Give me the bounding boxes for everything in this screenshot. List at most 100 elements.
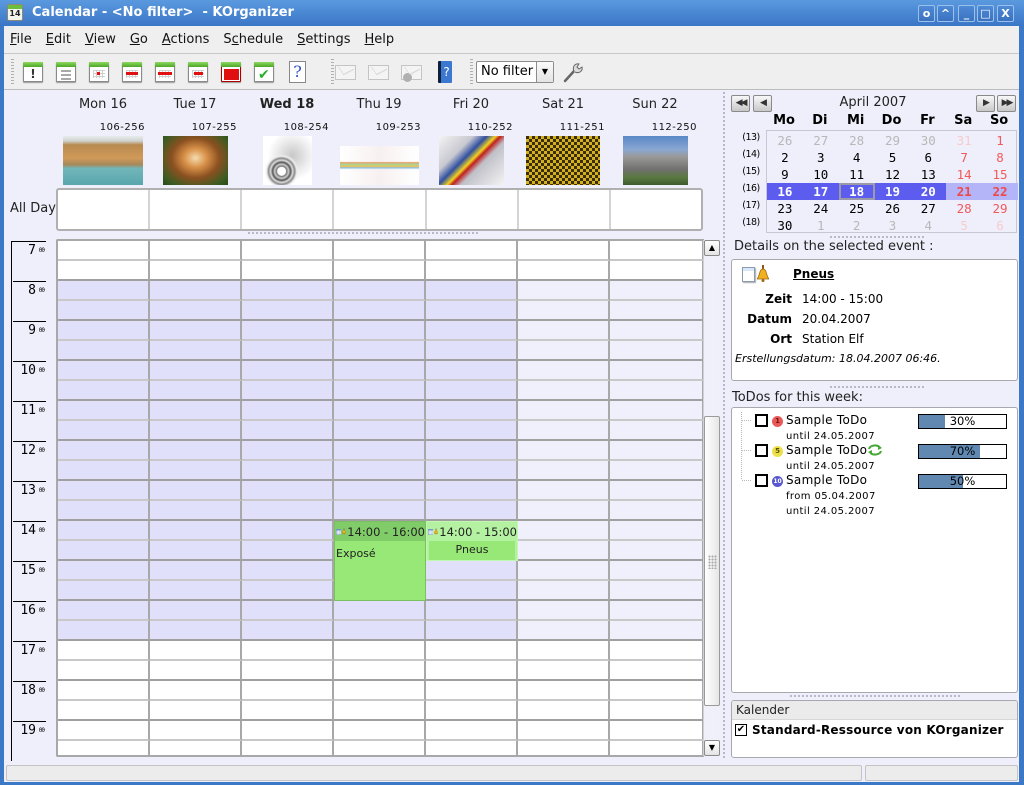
time-slot[interactable] — [334, 301, 426, 321]
splitter-handle[interactable] — [830, 386, 926, 388]
time-slot[interactable] — [242, 701, 334, 721]
work-week-view-button[interactable] — [120, 60, 144, 84]
time-slot[interactable] — [426, 301, 518, 321]
mail-free-busy-button[interactable] — [366, 60, 390, 84]
time-slot[interactable] — [610, 721, 704, 741]
time-slot[interactable] — [58, 601, 150, 621]
journal-view-button[interactable]: ? — [285, 60, 309, 84]
close-button[interactable]: X — [997, 5, 1014, 22]
todo-checkbox[interactable] — [755, 414, 768, 427]
event-pneus[interactable]: 14:00 - 15:00 Pneus — [426, 521, 518, 561]
time-slot[interactable] — [242, 401, 334, 421]
navigator-day[interactable]: 29 — [982, 200, 1018, 217]
time-slot[interactable] — [242, 481, 334, 501]
time-slot[interactable] — [242, 621, 334, 641]
next-year-button[interactable]: ▶▶ — [997, 95, 1016, 112]
time-slot[interactable] — [58, 581, 150, 601]
todo-view-button[interactable]: ✔ — [252, 60, 276, 84]
time-slot[interactable] — [334, 501, 426, 521]
navigator-day[interactable]: 5 — [875, 149, 911, 166]
day-header[interactable]: Tue 17 — [149, 97, 241, 112]
time-slot[interactable] — [58, 481, 150, 501]
whats-this-button[interactable]: ? — [432, 60, 456, 84]
time-slot[interactable] — [150, 241, 242, 261]
next-days-view-button[interactable] — [186, 60, 210, 84]
time-slot[interactable] — [518, 581, 610, 601]
todo-checkbox[interactable] — [755, 474, 768, 487]
week-number[interactable]: (13) — [740, 132, 762, 143]
scroll-down-button[interactable]: ▼ — [704, 740, 720, 756]
time-slot[interactable] — [426, 461, 518, 481]
korganizer-app-icon[interactable]: 14 — [7, 4, 23, 21]
time-slot[interactable] — [58, 241, 150, 261]
time-slot[interactable] — [58, 321, 150, 341]
time-slot[interactable] — [242, 501, 334, 521]
time-slot[interactable] — [518, 421, 610, 441]
time-slot[interactable] — [58, 441, 150, 461]
time-slot[interactable] — [610, 581, 704, 601]
time-slot[interactable] — [426, 501, 518, 521]
time-slot[interactable] — [518, 241, 610, 261]
time-slot[interactable] — [58, 721, 150, 741]
navigator-day[interactable]: 21 — [946, 183, 983, 200]
list-view-button[interactable] — [54, 60, 78, 84]
time-slot[interactable] — [58, 381, 150, 401]
time-slot[interactable] — [58, 661, 150, 681]
time-slot[interactable] — [58, 421, 150, 441]
time-slot[interactable] — [334, 481, 426, 501]
day-picture-dna-diagram[interactable] — [339, 146, 419, 185]
menu-edit[interactable]: Edit — [46, 32, 71, 47]
time-slot[interactable] — [518, 701, 610, 721]
time-slot[interactable] — [150, 301, 242, 321]
time-slot[interactable] — [610, 241, 704, 261]
scroll-up-button[interactable]: ▲ — [704, 240, 720, 256]
agenda-scrollbar[interactable]: ▲ ▼ — [703, 240, 720, 756]
time-slot[interactable] — [334, 341, 426, 361]
time-slot[interactable] — [58, 261, 150, 281]
time-slot[interactable] — [150, 281, 242, 301]
time-slot[interactable] — [426, 321, 518, 341]
chevron-down-icon[interactable]: ▼ — [536, 62, 553, 82]
time-slot[interactable] — [518, 301, 610, 321]
time-slot[interactable] — [610, 681, 704, 701]
time-slot[interactable] — [150, 641, 242, 661]
time-slot[interactable] — [334, 321, 426, 341]
time-slot[interactable] — [518, 501, 610, 521]
time-slot[interactable] — [150, 741, 242, 755]
previous-year-button[interactable]: ◀◀ — [731, 95, 750, 112]
time-slot[interactable] — [242, 421, 334, 441]
navigator-day[interactable]: 30 — [767, 217, 803, 234]
day-header[interactable]: Sun 22 — [609, 97, 701, 112]
week-number[interactable]: (17) — [740, 200, 762, 211]
time-slot[interactable] — [426, 261, 518, 281]
all-day-cell[interactable] — [519, 190, 611, 229]
week-view-button[interactable] — [153, 60, 177, 84]
day-picture-golden-pattern[interactable] — [526, 136, 600, 185]
time-slot[interactable] — [518, 561, 610, 581]
time-slot[interactable] — [242, 381, 334, 401]
time-slot[interactable] — [150, 261, 242, 281]
time-slot[interactable] — [518, 521, 610, 541]
send-invitation-button[interactable] — [333, 60, 357, 84]
time-slot[interactable] — [426, 721, 518, 741]
all-day-cell[interactable] — [242, 190, 335, 229]
time-slot[interactable] — [610, 561, 704, 581]
time-slot[interactable] — [150, 721, 242, 741]
time-slot[interactable] — [242, 601, 334, 621]
time-slot[interactable] — [58, 521, 150, 541]
navigator-day[interactable]: 28 — [946, 200, 982, 217]
time-slot[interactable] — [518, 281, 610, 301]
time-slot[interactable] — [426, 741, 518, 755]
time-slot[interactable] — [242, 361, 334, 381]
time-slot[interactable] — [58, 301, 150, 321]
time-slot[interactable] — [426, 581, 518, 601]
time-slot[interactable] — [242, 321, 334, 341]
time-slot[interactable] — [610, 621, 704, 641]
time-slot[interactable] — [610, 361, 704, 381]
navigator-day[interactable]: 23 — [767, 200, 803, 217]
all-day-cell[interactable] — [334, 190, 427, 229]
time-slot[interactable] — [58, 361, 150, 381]
time-slot[interactable] — [242, 661, 334, 681]
all-day-cell[interactable] — [611, 190, 701, 229]
navigator-day[interactable]: 22 — [982, 183, 1018, 200]
